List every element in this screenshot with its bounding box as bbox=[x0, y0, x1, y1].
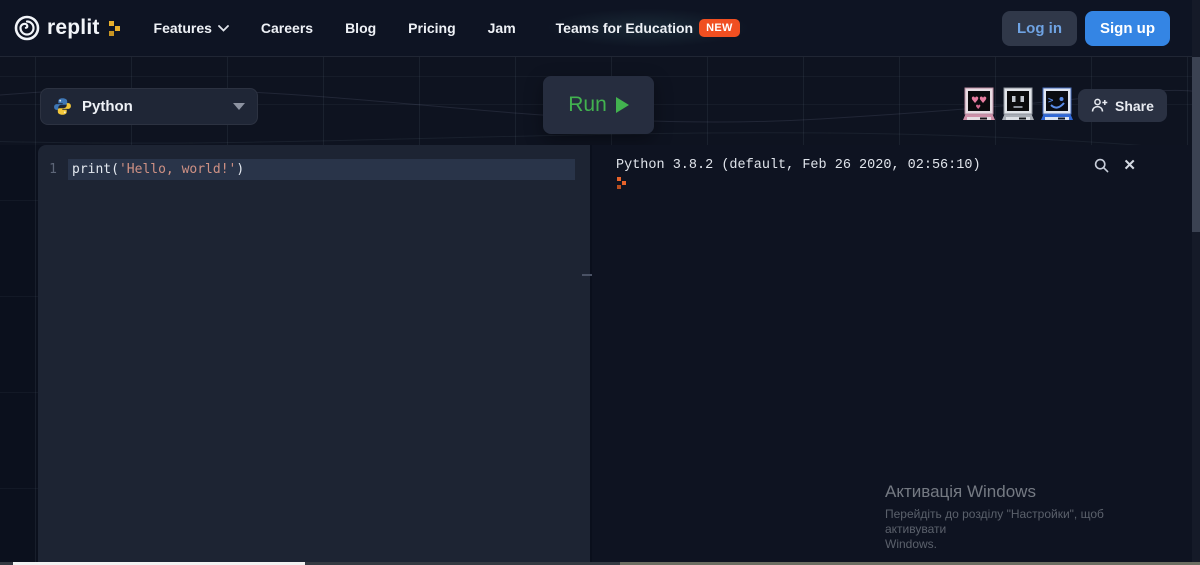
svg-text:>: > bbox=[1048, 96, 1054, 106]
nav-item-pricing[interactable]: Pricing bbox=[408, 20, 455, 36]
auth-buttons: Log in Sign up bbox=[1002, 10, 1170, 46]
watermark-line-2: Windows. bbox=[885, 537, 938, 551]
nav-item-jam[interactable]: Jam bbox=[488, 20, 516, 36]
watermark-title: Активація Windows bbox=[885, 482, 1036, 501]
close-icon[interactable]: ✕ bbox=[1123, 156, 1136, 174]
nav-item-label: Features bbox=[153, 20, 212, 36]
language-selector-value: Python bbox=[82, 98, 133, 115]
avatar-heart-face-computer: ♥ ♥ ♥ bbox=[961, 86, 997, 124]
share-button[interactable]: Share bbox=[1078, 89, 1167, 122]
avatar-neutral-face-computer bbox=[1000, 86, 1036, 124]
nav-item-careers[interactable]: Careers bbox=[261, 20, 313, 36]
console-toolbar: ✕ bbox=[1094, 156, 1136, 174]
code-text: print('Hello, world!') bbox=[72, 162, 244, 177]
nav-item-features[interactable]: Features bbox=[154, 20, 229, 36]
replit-spiral-icon bbox=[14, 15, 40, 41]
python-logo-icon bbox=[53, 97, 72, 116]
code-line-1[interactable]: 1 print('Hello, world!') bbox=[38, 159, 592, 180]
windows-activation-watermark: Активація Windows Перейдіть до розділу "… bbox=[885, 482, 1165, 552]
signup-button[interactable]: Sign up bbox=[1085, 10, 1170, 46]
replit-logo[interactable]: replit bbox=[14, 15, 122, 41]
nav-items: Features Careers Blog Pricing Jam Teams … bbox=[154, 9, 748, 47]
console-prompt-icon bbox=[617, 177, 627, 189]
search-icon[interactable] bbox=[1094, 158, 1109, 173]
code-token-plain: print( bbox=[72, 162, 119, 177]
nav-item-label: Pricing bbox=[408, 20, 456, 36]
replit-prompt-icon bbox=[108, 20, 122, 37]
run-button[interactable]: Run bbox=[543, 76, 654, 134]
vertical-scrollbar[interactable] bbox=[1192, 0, 1200, 565]
nav-item-label: Teams for Education bbox=[555, 20, 694, 36]
line-number: 1 bbox=[49, 162, 57, 177]
share-person-plus-icon bbox=[1091, 98, 1108, 113]
viewer-avatars: ♥ ♥ ♥ > bbox=[961, 86, 1075, 124]
logo-wordmark: replit bbox=[47, 16, 100, 39]
nav-item-label: Jam bbox=[487, 20, 516, 36]
login-button[interactable]: Log in bbox=[1002, 10, 1077, 46]
svg-text:♥: ♥ bbox=[976, 104, 981, 111]
nav-item-label: Blog bbox=[345, 20, 377, 36]
vertical-scrollbar-thumb[interactable] bbox=[1192, 57, 1200, 232]
share-button-label: Share bbox=[1115, 97, 1154, 114]
new-badge: NEW bbox=[699, 19, 740, 37]
nav-item-teams-for-education[interactable]: Teams for Education NEW bbox=[547, 9, 748, 47]
nav-item-blog[interactable]: Blog bbox=[345, 20, 376, 36]
play-icon bbox=[615, 97, 629, 113]
navbar: replit Features Careers Blog Pricing Jam… bbox=[0, 0, 1200, 57]
avatar-wink-face-computer: > bbox=[1039, 86, 1075, 124]
code-token-string: 'Hello, world!' bbox=[118, 162, 237, 177]
code-token-plain: ) bbox=[236, 162, 245, 177]
watermark-line-1: Перейдіть до розділу "Настройки", щоб ак… bbox=[885, 507, 1104, 536]
chevron-down-icon bbox=[218, 24, 229, 32]
watermark-body: Перейдіть до розділу "Настройки", щоб ак… bbox=[885, 507, 1165, 552]
code-editor[interactable]: 1 print('Hello, world!') bbox=[38, 145, 592, 562]
dropdown-caret-icon bbox=[233, 103, 245, 110]
run-button-label: Run bbox=[568, 93, 607, 116]
language-selector[interactable]: Python bbox=[40, 88, 258, 125]
nav-item-label: Careers bbox=[260, 20, 314, 36]
